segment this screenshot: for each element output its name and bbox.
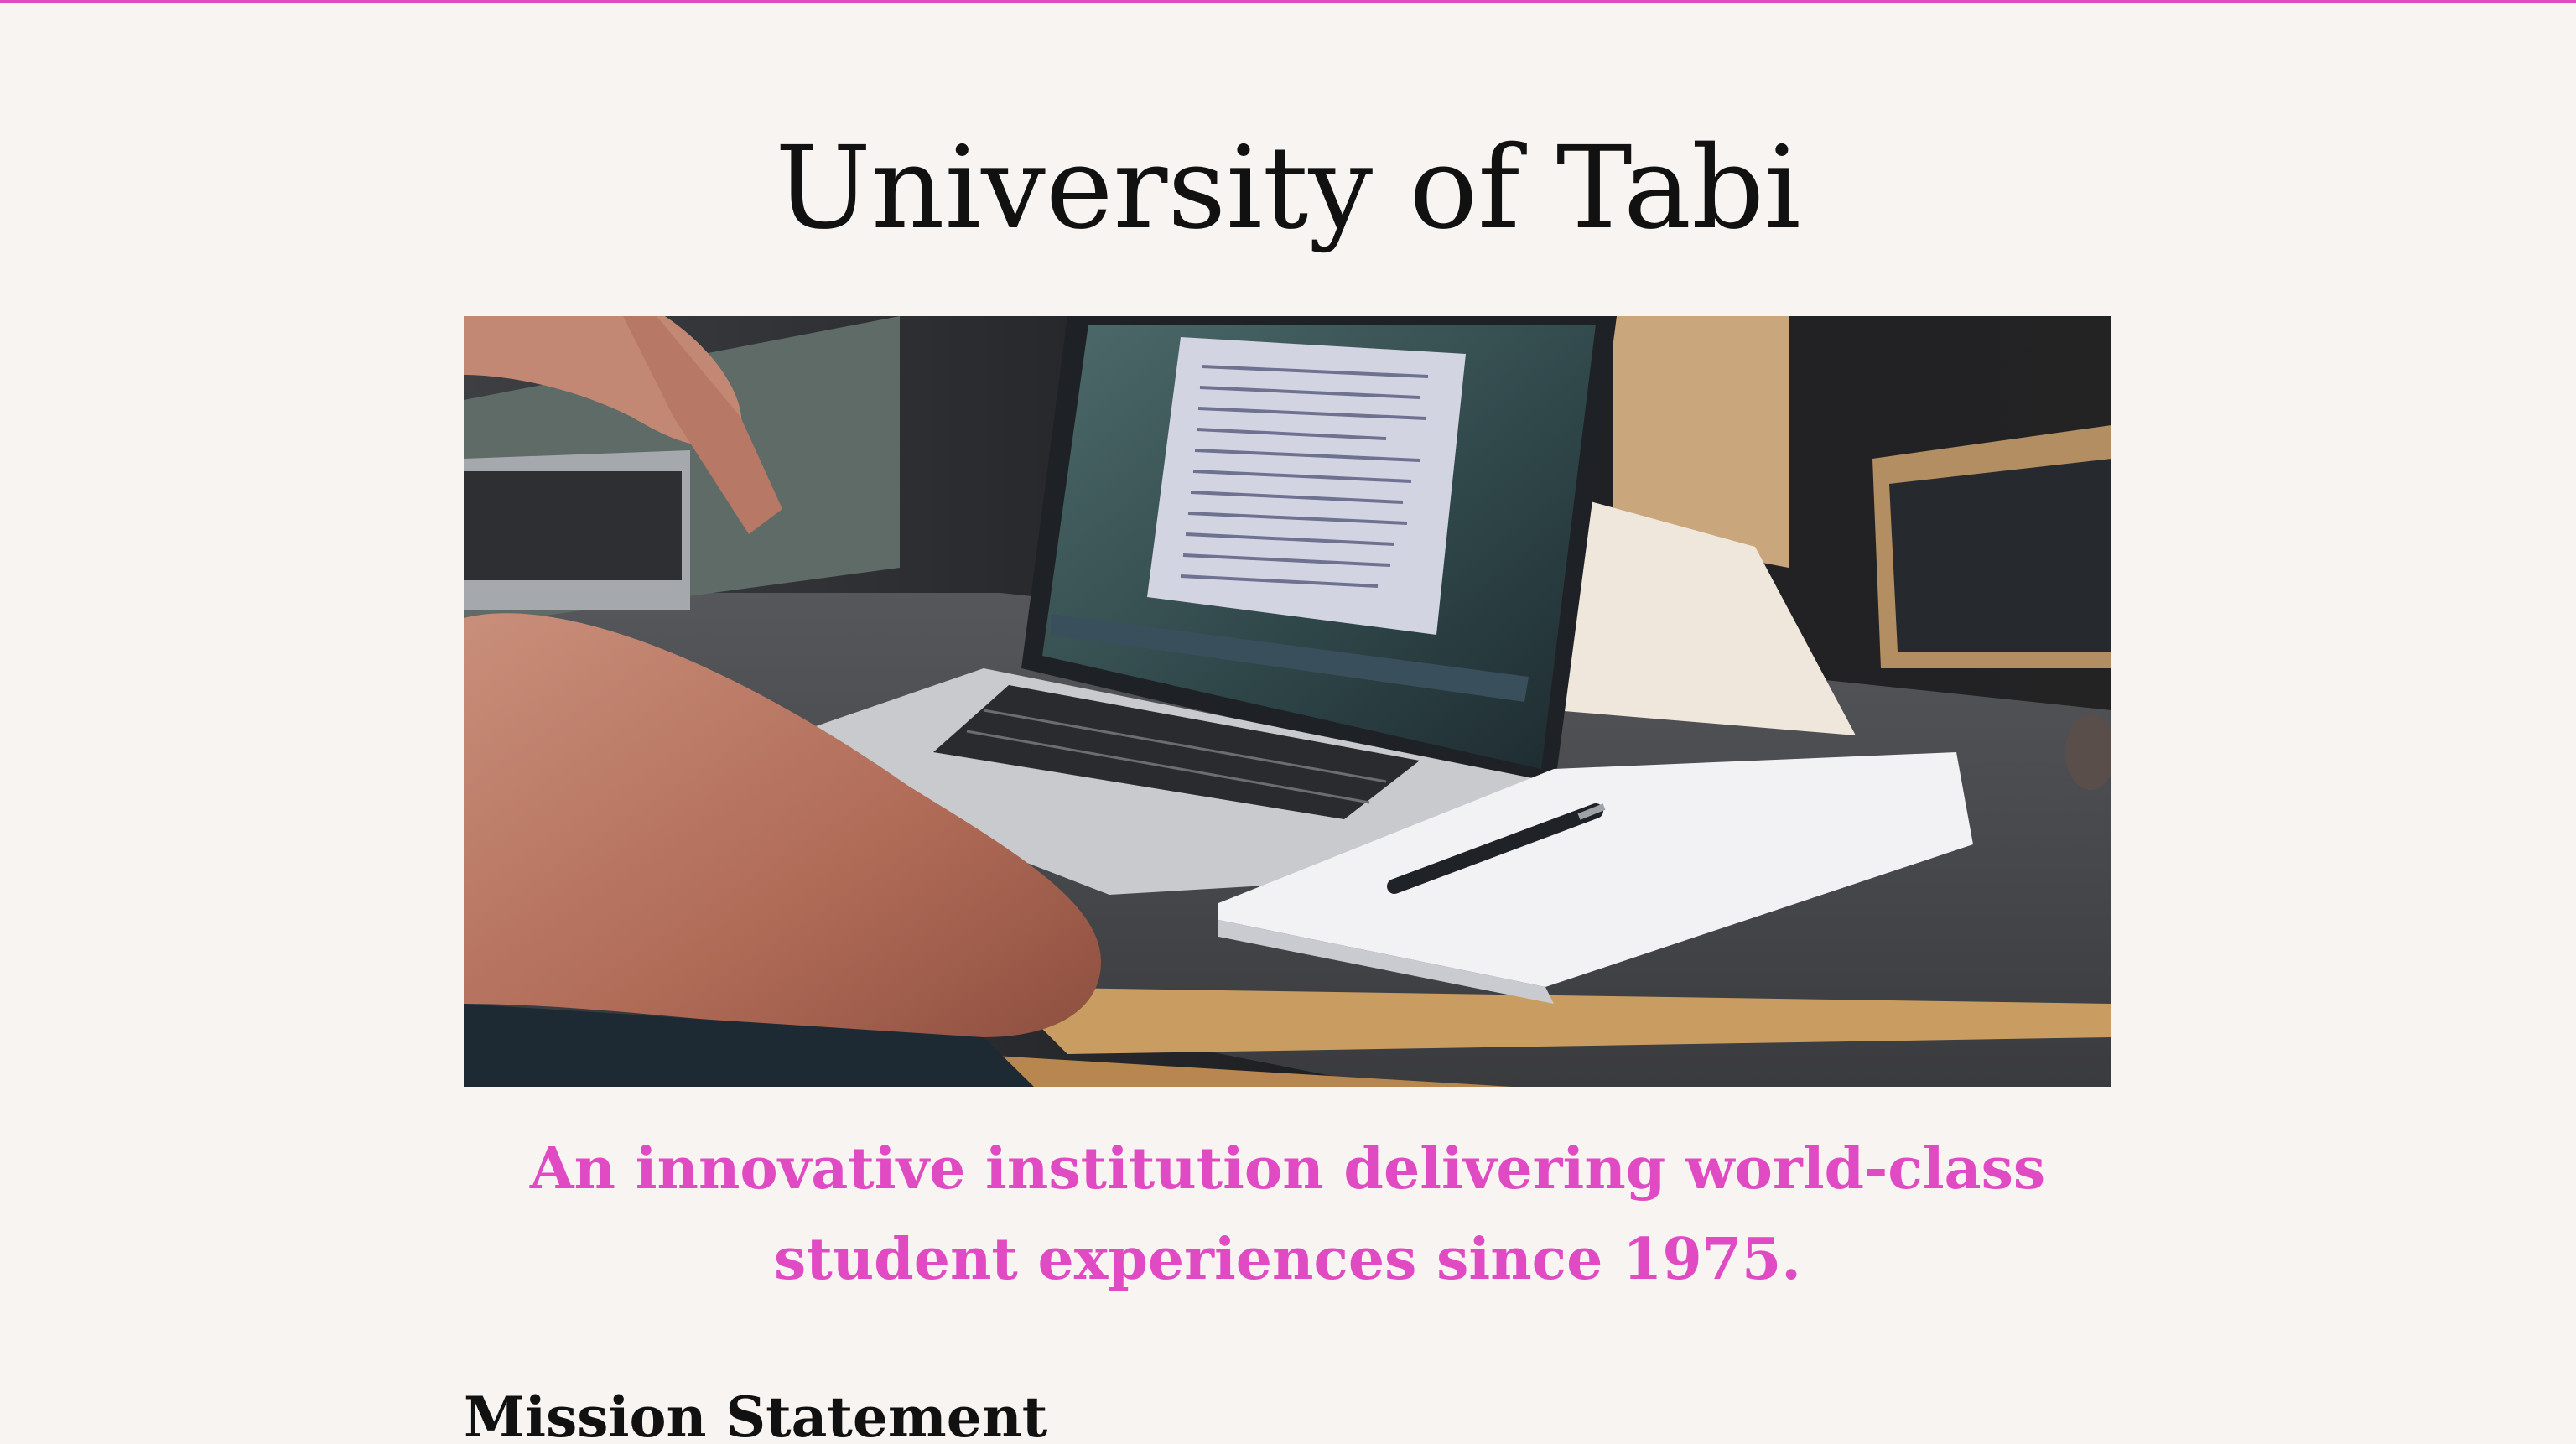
hero-image xyxy=(464,316,2111,1087)
page-title: University of Tabi xyxy=(775,122,1801,255)
top-accent-border xyxy=(0,0,2576,3)
mission-statement-heading: Mission Statement xyxy=(464,1384,1048,1444)
tagline: An innovative institution delivering wor… xyxy=(529,1135,2046,1293)
